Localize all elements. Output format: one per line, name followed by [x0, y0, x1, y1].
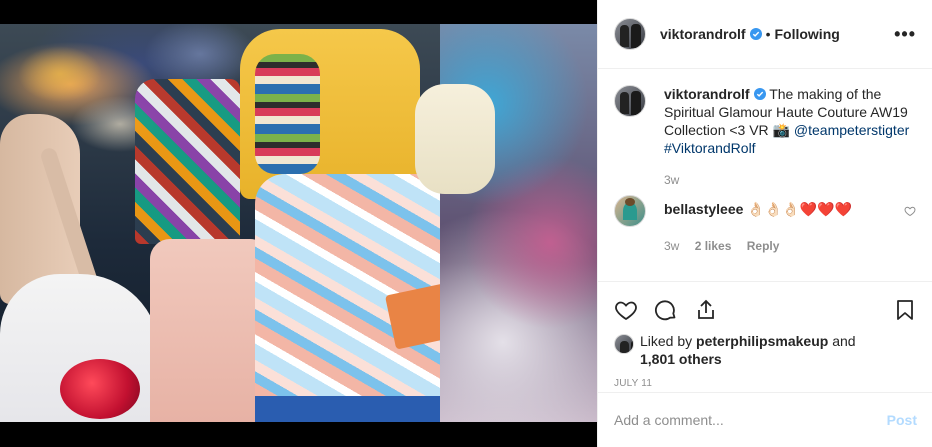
- post-button[interactable]: Post: [887, 412, 917, 428]
- author-avatar[interactable]: [614, 18, 646, 50]
- comment-like-icon[interactable]: [904, 205, 916, 217]
- post-sidebar: viktorandrolf • Following ••• viktorandr…: [597, 0, 932, 447]
- striped-sleeve: [255, 54, 320, 174]
- comment-text: 👌🏻👌🏻👌🏻❤️❤️❤️: [747, 201, 852, 217]
- post-photo[interactable]: [0, 24, 597, 422]
- comment-meta: 3w 2 likes Reply: [664, 239, 916, 253]
- comment-time[interactable]: 3w: [664, 239, 679, 253]
- likes-and: and: [832, 333, 856, 349]
- patchwork-jacket: [135, 79, 240, 244]
- post-media[interactable]: [0, 0, 597, 447]
- header-separator: •: [765, 26, 771, 42]
- red-flower: [60, 359, 140, 419]
- caption-meta: 3w: [664, 173, 916, 187]
- liker-username[interactable]: peterphilipsmakeup: [696, 333, 828, 349]
- caption-text: viktorandrolf The making of the Spiritua…: [664, 85, 916, 157]
- comment-row: bellastyleee 👌🏻👌🏻👌🏻❤️❤️❤️: [614, 195, 916, 227]
- bookmark-icon[interactable]: [893, 298, 917, 322]
- caption-username[interactable]: viktorandrolf: [664, 86, 750, 102]
- comment-icon[interactable]: [654, 298, 678, 322]
- comment-composer: Post: [598, 392, 932, 447]
- comment-likes[interactable]: 2 likes: [695, 239, 732, 253]
- comment-content: bellastyleee 👌🏻👌🏻👌🏻❤️❤️❤️: [664, 195, 852, 227]
- likes-others[interactable]: 1,801 others: [640, 351, 722, 367]
- commenter-username[interactable]: bellastyleee: [664, 201, 743, 217]
- more-options-icon[interactable]: •••: [894, 25, 916, 43]
- comments-section: viktorandrolf The making of the Spiritua…: [598, 69, 932, 281]
- author-username[interactable]: viktorandrolf: [660, 26, 746, 42]
- caption-time[interactable]: 3w: [664, 173, 679, 187]
- verified-badge-icon: [753, 88, 766, 100]
- liker-avatar[interactable]: [614, 334, 634, 354]
- heart-icon[interactable]: [614, 298, 638, 322]
- action-icons: [614, 290, 917, 330]
- commenter-avatar[interactable]: [614, 195, 646, 227]
- comment-input[interactable]: [614, 412, 887, 428]
- likes-summary: Liked by peterphilipsmakeup and 1,801 ot…: [614, 332, 917, 368]
- post-actions: Liked by peterphilipsmakeup and 1,801 ot…: [598, 281, 932, 389]
- likes-text: Liked by peterphilipsmakeup and 1,801 ot…: [640, 332, 856, 368]
- share-icon[interactable]: [694, 298, 718, 322]
- caption-mention-link[interactable]: @teampeterstigter: [794, 122, 909, 138]
- cream-sleeve: [415, 84, 495, 194]
- pink-skirt: [150, 239, 270, 422]
- post-date[interactable]: JULY 11: [614, 378, 917, 389]
- reply-button[interactable]: Reply: [747, 239, 780, 253]
- likes-prefix: Liked by: [640, 333, 693, 349]
- caption-hashtag-link[interactable]: #ViktorandRolf: [664, 140, 756, 156]
- verified-badge-icon: [749, 28, 762, 40]
- post-header: viktorandrolf • Following •••: [598, 0, 932, 69]
- caption-avatar[interactable]: [614, 85, 646, 117]
- author-info: viktorandrolf • Following: [660, 26, 840, 42]
- following-button[interactable]: Following: [774, 26, 839, 42]
- caption-row: viktorandrolf The making of the Spiritua…: [614, 85, 916, 157]
